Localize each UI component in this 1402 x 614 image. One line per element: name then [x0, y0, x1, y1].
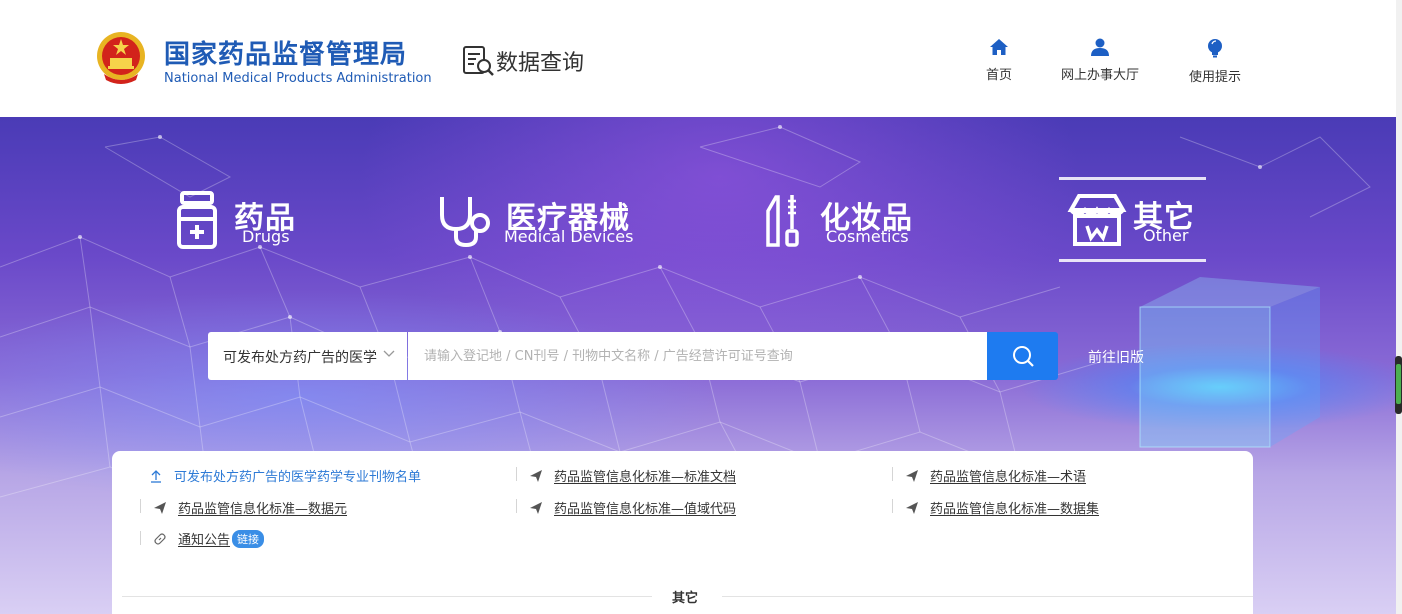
page-scrollbar[interactable] — [1396, 0, 1402, 614]
separator — [892, 499, 893, 513]
category-cosmetics[interactable]: 化妆品 Cosmetics — [760, 183, 930, 253]
header: 国家药品监督管理局 National Medical Products Admi… — [0, 0, 1402, 117]
section-divider-right — [722, 596, 1253, 597]
link-standard-docs[interactable]: 药品监管信息化标准—标准文档 — [528, 466, 736, 485]
category-drugs[interactable]: 药品 Drugs — [176, 183, 316, 253]
hero-banner: 药品 Drugs 医疗器械 Medical Devices 化妆品 Cosmet… — [0, 117, 1402, 614]
link-terminology[interactable]: 药品监管信息化标准—术语 — [904, 466, 1086, 485]
category-drugs-label-en: Drugs — [242, 227, 290, 246]
nav-usage-tips[interactable]: 使用提示 — [1180, 38, 1250, 85]
category-other[interactable]: 其它 Other — [1059, 177, 1206, 262]
separator — [140, 531, 141, 545]
search-type-value: 可发布处方药广告的医学 — [223, 350, 377, 366]
user-icon — [1091, 38, 1109, 56]
link-datasets[interactable]: 药品监管信息化标准—数据集 — [904, 498, 1099, 517]
link-value-codes[interactable]: 药品监管信息化标准—值域代码 — [528, 498, 736, 517]
section-title-other: 其它 — [672, 591, 699, 606]
send-icon — [906, 469, 918, 482]
link-value-codes-label: 药品监管信息化标准—值域代码 — [554, 502, 737, 517]
send-icon — [530, 469, 542, 482]
search-button[interactable] — [987, 332, 1058, 380]
stethoscope-icon — [440, 197, 490, 248]
nav-usage-tips-label: 使用提示 — [1188, 70, 1241, 85]
send-icon — [154, 501, 166, 514]
category-medical-devices-label-en: Medical Devices — [504, 227, 634, 246]
link-data-elements[interactable]: 药品监管信息化标准—数据元 — [152, 498, 347, 517]
link-journal-list[interactable]: 可发布处方药广告的医学药学专业刊物名单 — [148, 466, 421, 485]
medicine-bottle-icon — [177, 191, 217, 249]
category-other-label-en: Other — [1143, 226, 1189, 245]
lightbulb-icon — [1208, 39, 1222, 58]
section-divider-left — [122, 596, 652, 597]
send-icon — [906, 501, 918, 514]
org-name-en[interactable]: National Medical Products Administration — [164, 71, 432, 86]
link-datasets-label: 药品监管信息化标准—数据集 — [930, 502, 1100, 517]
separator — [516, 499, 517, 513]
separator — [516, 467, 517, 481]
cosmetics-icon — [766, 195, 799, 247]
search-icon — [1012, 346, 1034, 367]
link-journal-list-label: 可发布处方药广告的医学药学专业刊物名单 — [174, 470, 422, 485]
link-terminology-label: 药品监管信息化标准—术语 — [930, 470, 1087, 485]
category-medical-devices[interactable]: 医疗器械 Medical Devices — [436, 183, 646, 253]
link-icon — [154, 532, 166, 545]
separator — [140, 499, 141, 513]
send-icon — [530, 501, 542, 514]
link-data-elements-label: 药品监管信息化标准—数据元 — [178, 502, 348, 517]
quick-links-panel: 可发布处方药广告的医学药学专业刊物名单 药品监管信息化标准—标准文档 药品监管信… — [112, 451, 1253, 614]
data-query-title: 数据查询 — [496, 51, 585, 76]
org-name-cn[interactable]: 国家药品监督管理局 — [164, 34, 407, 71]
link-notices[interactable]: 通知公告 链接 — [152, 529, 265, 548]
chevron-down-icon — [383, 350, 395, 357]
old-version-link[interactable]: 前往旧版 — [1088, 347, 1144, 367]
link-badge: 链接 — [232, 529, 265, 548]
link-standard-docs-label: 药品监管信息化标准—标准文档 — [554, 470, 737, 485]
nav-online-hall[interactable]: 网上办事大厅 — [1052, 38, 1148, 83]
upload-icon — [151, 469, 161, 483]
national-emblem-icon — [97, 32, 145, 84]
link-notices-label: 通知公告 — [178, 533, 231, 548]
nav-home-label: 首页 — [985, 68, 1012, 83]
search-type-select[interactable]: 可发布处方药广告的医学 — [208, 332, 407, 380]
nav-home[interactable]: 首页 — [983, 38, 1015, 83]
nav-online-hall-label: 网上办事大厅 — [1060, 68, 1139, 83]
scrollbar-thumb[interactable] — [1395, 356, 1402, 414]
search-input[interactable] — [408, 332, 987, 380]
data-query-icon — [463, 46, 494, 76]
separator — [892, 467, 893, 481]
home-icon — [990, 39, 1008, 55]
store-icon — [1067, 194, 1127, 246]
category-cosmetics-label-en: Cosmetics — [826, 227, 909, 246]
